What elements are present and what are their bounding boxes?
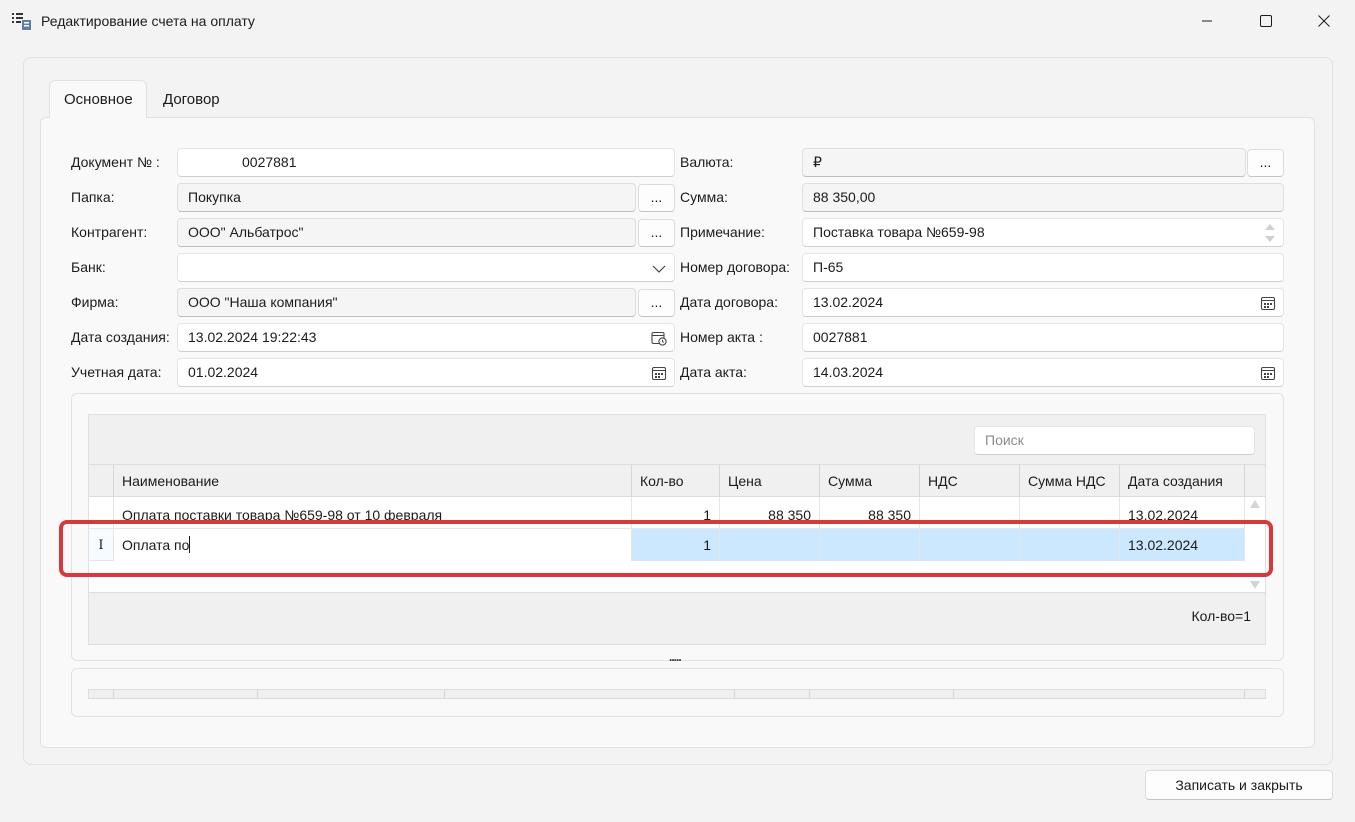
cell-sum[interactable] <box>820 529 920 561</box>
calendar-icon[interactable] <box>1260 295 1276 311</box>
app-list-icon <box>12 13 31 30</box>
cell-vat[interactable] <box>920 497 1020 529</box>
column-header-sum[interactable]: Сумма <box>820 465 920 497</box>
cell-qty[interactable]: 1 <box>632 529 720 561</box>
column-header-vat[interactable]: НДС <box>920 465 1020 497</box>
column-header-qty[interactable]: Кол-во <box>632 465 720 497</box>
scroll-up-icon[interactable] <box>1250 500 1260 508</box>
folder-browse-button[interactable]: ... <box>638 184 675 212</box>
cell-vat-sum[interactable] <box>1020 529 1120 561</box>
table-row-editing[interactable]: I Оплата по 1 13.02.2024 <box>89 529 1245 561</box>
scroll-down-icon[interactable] <box>1250 581 1260 589</box>
bank-select[interactable] <box>177 253 675 282</box>
tab-contract[interactable]: Договор <box>149 80 234 118</box>
maximize-icon <box>1260 15 1272 27</box>
cell-sum[interactable]: 88 350 <box>820 497 920 529</box>
contract-date-label: Дата договора: <box>680 294 778 310</box>
grid-scrollbar[interactable] <box>1245 497 1265 592</box>
account-date-value: 01.02.2024 <box>188 364 259 380</box>
act-number-label: Номер акта : <box>680 329 763 345</box>
text-caret <box>189 536 191 553</box>
save-and-close-button[interactable]: Записать и закрыть <box>1145 770 1333 800</box>
row-marker <box>89 497 114 529</box>
act-date-value: 14.03.2024 <box>813 364 884 380</box>
maximize-button[interactable] <box>1246 8 1286 34</box>
folder-label: Папка: <box>71 189 115 205</box>
cell-created-date[interactable]: 13.02.2024 <box>1120 529 1245 561</box>
contract-number-label: Номер договора: <box>680 259 791 275</box>
splitter-handle[interactable]: ..... <box>669 650 687 668</box>
folder-field[interactable]: Покупка <box>177 183 636 212</box>
grid-search-input[interactable]: Поиск <box>974 426 1255 455</box>
counterparty-label: Контрагент: <box>71 224 148 240</box>
grid-body: Оплата поставки товара №659-98 от 10 фев… <box>89 497 1265 593</box>
sum-field[interactable]: 88 350,00 <box>802 183 1284 212</box>
contract-date-field[interactable]: 13.02.2024 <box>802 288 1284 317</box>
cell-name-editor[interactable]: Оплата по <box>114 529 632 561</box>
counterparty-field[interactable]: ООО" Альбатрос" <box>177 218 636 247</box>
counterparty-browse-button[interactable]: ... <box>638 219 675 247</box>
cell-price[interactable] <box>720 529 820 561</box>
cell-name[interactable]: Оплата поставки товара №659-98 от 10 фев… <box>114 497 632 529</box>
cell-created-date[interactable]: 13.02.2024 <box>1120 497 1245 529</box>
currency-field[interactable]: ₽ <box>802 148 1246 177</box>
currency-browse-button[interactable]: ... <box>1247 149 1284 177</box>
table-row[interactable]: Оплата поставки товара №659-98 от 10 фев… <box>89 497 1245 529</box>
created-date-value: 13.02.2024 19:22:43 <box>188 329 317 345</box>
doc-number-label: Документ № : <box>71 154 160 170</box>
note-field[interactable]: Поставка товара №659-98 <box>802 218 1284 247</box>
row-header-corner <box>89 465 114 497</box>
title-bar: Редактирование счета на оплату <box>0 0 1355 42</box>
created-date-field[interactable]: 13.02.2024 19:22:43 <box>177 323 675 352</box>
column-header-created-date[interactable]: Дата создания <box>1120 465 1245 497</box>
cell-name-text: Оплата по <box>122 537 190 553</box>
details-grid-header <box>88 689 1266 699</box>
contract-number-field[interactable]: П-65 <box>802 253 1284 282</box>
cell-qty[interactable]: 1 <box>632 497 720 529</box>
note-value: Поставка товара №659-98 <box>813 224 985 240</box>
cell-vat-sum[interactable] <box>1020 497 1120 529</box>
close-icon <box>1318 15 1330 27</box>
act-number-field[interactable]: 0027881 <box>802 323 1284 352</box>
calendar-icon[interactable] <box>1260 365 1276 381</box>
calendar-icon[interactable] <box>651 365 667 381</box>
bank-label: Банк: <box>71 259 106 275</box>
column-header-price[interactable]: Цена <box>720 465 820 497</box>
account-date-field[interactable]: 01.02.2024 <box>177 358 675 387</box>
firm-label: Фирма: <box>71 294 119 310</box>
spin-arrows-icon[interactable] <box>1264 222 1276 244</box>
grid-footer-count: Кол-во=1 <box>1191 608 1252 624</box>
minimize-button[interactable] <box>1187 8 1227 34</box>
act-date-field[interactable]: 14.03.2024 <box>802 358 1284 387</box>
minimize-icon <box>1202 20 1212 22</box>
tab-main[interactable]: Основное <box>49 80 147 118</box>
cell-price[interactable]: 88 350 <box>720 497 820 529</box>
close-button[interactable] <box>1304 8 1344 34</box>
cell-vat[interactable] <box>920 529 1020 561</box>
sum-label: Сумма: <box>680 189 728 205</box>
created-date-label: Дата создания: <box>71 329 170 345</box>
splitter-dots: ..... <box>669 650 682 664</box>
calendar-clock-icon[interactable] <box>651 330 667 346</box>
column-header-vat-sum[interactable]: Сумма НДС <box>1020 465 1120 497</box>
grid-header: Наименование Кол-во Цена Сумма НДС Сумма… <box>89 464 1265 497</box>
doc-number-field[interactable]: 0027881 <box>177 148 675 177</box>
window-title: Редактирование счета на оплату <box>41 13 255 29</box>
currency-label: Валюта: <box>680 154 734 170</box>
contract-date-value: 13.02.2024 <box>813 294 884 310</box>
firm-field[interactable]: ООО "Наша компания" <box>177 288 636 317</box>
firm-browse-button[interactable]: ... <box>638 289 675 317</box>
act-date-label: Дата акта: <box>680 364 747 380</box>
account-date-label: Учетная дата: <box>71 364 162 380</box>
row-edit-marker: I <box>89 529 114 561</box>
note-label: Примечание: <box>680 224 765 240</box>
chevron-down-icon <box>652 265 666 273</box>
column-header-name[interactable]: Наименование <box>114 465 632 497</box>
